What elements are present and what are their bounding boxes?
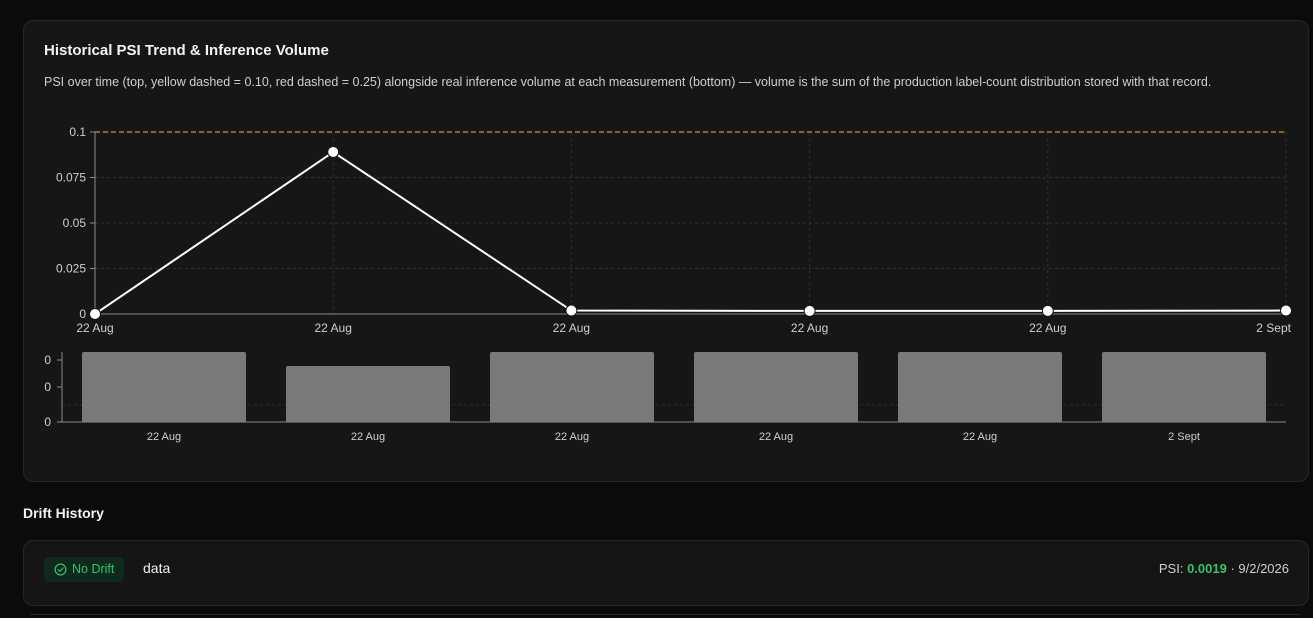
psi-prefix: PSI: (1158, 561, 1188, 576)
volume-bar (1102, 352, 1266, 422)
psi-point (1280, 304, 1292, 317)
status-badge: No Drift (44, 557, 125, 582)
psi-y-tick-label: 0.025 (56, 262, 86, 276)
status-label: No Drift (72, 562, 115, 576)
check-circle-icon (54, 563, 67, 576)
psi-y-tick-label: 0 (79, 307, 86, 321)
psi-x-tick-label: 22 Aug (315, 321, 352, 335)
volume-x-tick-label: 22 Aug (759, 431, 793, 443)
psi-y-tick-label: 0.05 (63, 216, 87, 230)
volume-y-tick-label: 0 (44, 353, 51, 367)
psi-point (1041, 304, 1054, 317)
psi-y-tick-label: 0.075 (56, 171, 86, 185)
psi-point (565, 304, 578, 317)
row-psi: PSI: 0.0019 · 9/2/2026 (1159, 561, 1289, 576)
psi-point (89, 308, 101, 320)
volume-y-tick-label: 0 (44, 415, 51, 429)
row-label: data (143, 560, 171, 576)
psi-trend-card: Historical PSI Trend & Inference Volume … (23, 20, 1309, 482)
psi-charts: 0 0.025 0.05 0.075 0.1 22 Aug 22 Aug 22 Aug 22 A… (44, 125, 1292, 443)
volume-bar (694, 352, 858, 422)
psi-x-tick-label: 22 Aug (553, 321, 590, 335)
psi-point (327, 146, 340, 159)
row-date: · 9/2/2026 (1226, 561, 1289, 576)
volume-bar (286, 366, 450, 422)
psi-x-tick-label: 22 Aug (791, 321, 828, 335)
drift-history-title: Drift History (23, 505, 104, 521)
psi-series-line (94, 150, 1287, 315)
psi-y-tick-label: 0.1 (69, 125, 86, 139)
volume-bar (898, 352, 1062, 422)
volume-bar (490, 352, 654, 422)
volume-x-tick-label: 2 Sept (1168, 431, 1200, 443)
volume-bar (82, 352, 246, 422)
next-history-row-edge (30, 614, 1300, 618)
psi-x-tick-label: 22 Aug (1029, 321, 1066, 335)
psi-value: 0.0019 (1187, 561, 1227, 576)
psi-point (803, 304, 816, 317)
volume-x-tick-label: 22 Aug (963, 431, 997, 443)
drift-history-row[interactable]: No Drift data PSI: 0.0019 · 9/2/2026 (23, 540, 1309, 606)
volume-x-tick-label: 22 Aug (351, 431, 385, 443)
volume-x-tick-label: 22 Aug (147, 431, 181, 443)
volume-y-tick-label: 0 (44, 380, 51, 394)
psi-x-tick-label: 22 Aug (76, 321, 113, 335)
psi-x-tick-label: 2 Sept (1256, 321, 1291, 335)
volume-x-tick-label: 22 Aug (555, 431, 589, 443)
